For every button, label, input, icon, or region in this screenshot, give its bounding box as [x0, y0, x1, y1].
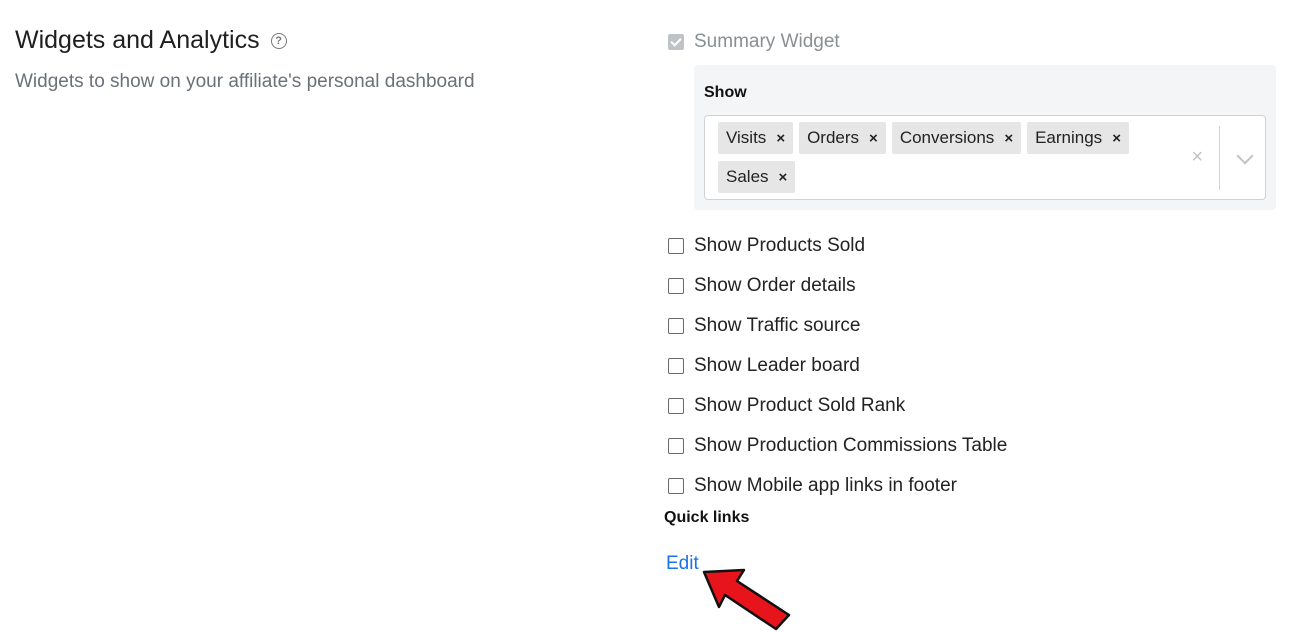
option-label: Show Products Sold	[694, 235, 866, 256]
option-checkbox[interactable]	[668, 398, 684, 414]
annotation-arrow-icon	[702, 568, 791, 631]
tag-remove-icon[interactable]: ×	[869, 130, 878, 147]
option-leader-board[interactable]: Show Leader board	[668, 346, 1007, 386]
tag-label: Sales	[726, 167, 769, 186]
tag-label: Earnings	[1035, 128, 1103, 147]
tag-visits: Visits ×	[718, 122, 794, 154]
option-label: Show Production Commissions Table	[694, 435, 1008, 456]
tag-label: Orders	[807, 128, 860, 147]
widgets-settings-page: Widgets and Analytics ? Widgets to show …	[0, 0, 1291, 632]
option-production-commissions-table[interactable]: Show Production Commissions Table	[668, 426, 1007, 466]
tag-remove-icon[interactable]: ×	[776, 130, 785, 147]
option-checkbox[interactable]	[668, 238, 684, 254]
tag-remove-icon[interactable]: ×	[1112, 130, 1121, 147]
option-label: Show Traffic source	[694, 315, 861, 336]
selected-tags: Visits × Orders × Conversions × Earnings…	[718, 122, 1168, 193]
chevron-down-icon[interactable]	[1236, 147, 1254, 165]
option-label: Show Product Sold Rank	[694, 395, 906, 416]
option-label: Show Order details	[694, 275, 856, 296]
summary-widget-label: Summary Widget	[694, 31, 840, 52]
show-label: Show	[704, 84, 747, 101]
tag-orders: Orders ×	[799, 122, 886, 154]
option-label: Show Leader board	[694, 355, 860, 376]
help-icon[interactable]: ?	[270, 32, 287, 49]
section-description: Widgets to show on your affiliate's pers…	[15, 71, 475, 92]
option-mobile-app-links[interactable]: Show Mobile app links in footer	[668, 466, 1007, 506]
option-product-sold-rank[interactable]: Show Product Sold Rank	[668, 386, 1007, 426]
option-products-sold[interactable]: Show Products Sold	[668, 226, 1007, 266]
option-checkbox[interactable]	[668, 278, 684, 294]
select-separator	[1219, 126, 1220, 190]
widget-options-list: Show Products Sold Show Order details Sh…	[668, 226, 1007, 506]
summary-widget-checkbox	[668, 34, 684, 50]
summary-widget-option: Summary Widget	[668, 31, 840, 53]
section-title: Widgets and Analytics ?	[15, 26, 287, 55]
tag-label: Visits	[726, 128, 767, 147]
option-checkbox[interactable]	[668, 358, 684, 374]
option-checkbox[interactable]	[668, 318, 684, 334]
option-checkbox[interactable]	[668, 478, 684, 494]
edit-quick-links-link[interactable]: Edit	[666, 553, 699, 575]
option-order-details[interactable]: Show Order details	[668, 266, 1007, 306]
clear-all-icon[interactable]: ×	[1191, 146, 1203, 169]
show-multiselect[interactable]: Visits × Orders × Conversions × Earnings…	[704, 115, 1266, 200]
tag-earnings: Earnings ×	[1027, 122, 1129, 154]
tag-sales: Sales ×	[718, 161, 796, 193]
option-checkbox[interactable]	[668, 438, 684, 454]
option-label: Show Mobile app links in footer	[694, 475, 957, 496]
tag-label: Conversions	[899, 128, 995, 147]
tag-conversions: Conversions ×	[891, 122, 1022, 154]
show-panel: Show Visits × Orders × Conversions × Ear…	[694, 65, 1276, 210]
tag-remove-icon[interactable]: ×	[1004, 130, 1013, 147]
option-traffic-source[interactable]: Show Traffic source	[668, 306, 1007, 346]
quick-links-label: Quick links	[664, 509, 750, 526]
section-title-text: Widgets and Analytics	[15, 26, 260, 54]
tag-remove-icon[interactable]: ×	[779, 169, 788, 186]
